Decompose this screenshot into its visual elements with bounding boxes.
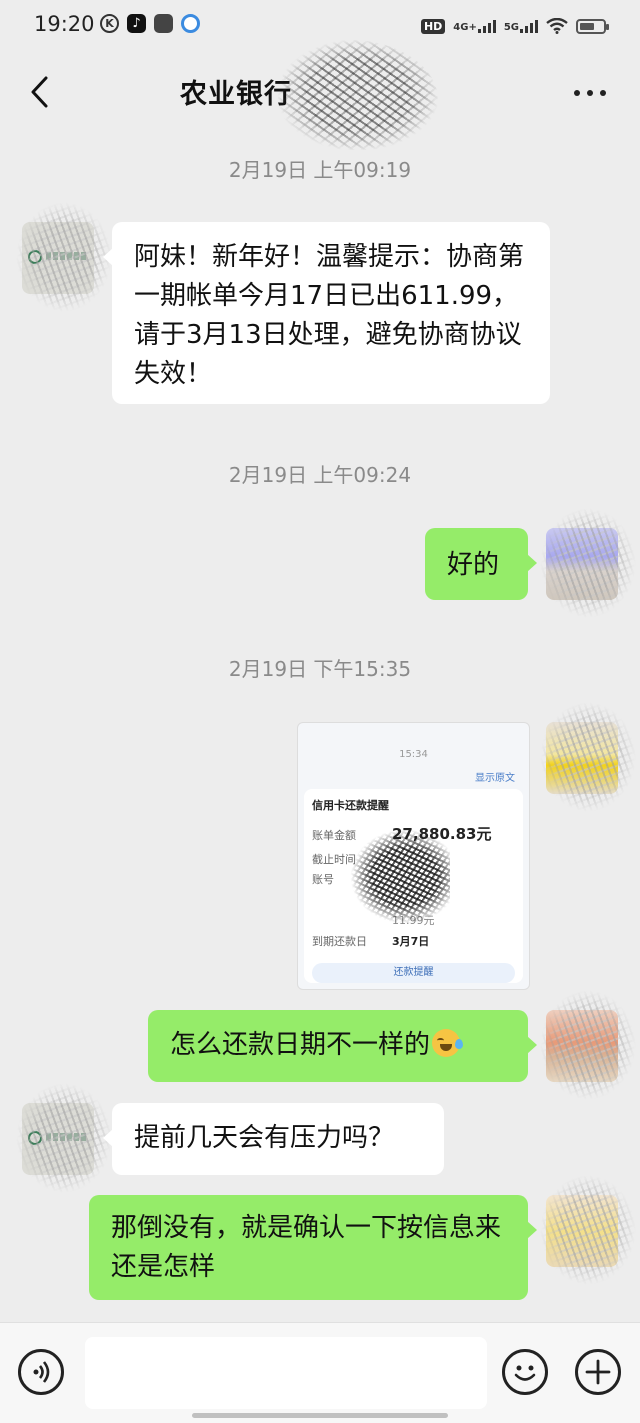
redaction-scribble	[350, 829, 450, 924]
message-bubble-outgoing[interactable]: 好的	[425, 528, 537, 600]
timestamp: 2月19日 下午15:35	[228, 657, 412, 681]
redaction-scribble	[540, 702, 636, 812]
message-bubble-incoming[interactable]: 阿妹！新年好！温馨提示：协商第一期帐单今月17日已出611.99，请于3月13日…	[103, 222, 550, 404]
more-options-button[interactable]	[574, 90, 606, 96]
redaction-scribble	[540, 990, 636, 1100]
laugh-cry-emoji-icon	[432, 1029, 464, 1057]
tiktok-icon: ♪	[127, 14, 146, 33]
network-4g: 4G+	[453, 19, 496, 33]
contact-avatar[interactable]	[16, 1083, 112, 1193]
image-row-label: 账号	[312, 873, 334, 886]
emoji-button[interactable]	[502, 1349, 548, 1395]
my-avatar[interactable]	[540, 990, 636, 1100]
redaction-scribble	[16, 1083, 112, 1193]
app-square-icon	[154, 14, 173, 33]
network-5g-label: 5G	[503, 21, 519, 33]
status-time: 19:20	[34, 12, 95, 36]
image-row-label: 到期还款日	[312, 935, 367, 948]
chat-title: 农业银行	[180, 79, 292, 110]
message-bubble-incoming[interactable]: 提前几天会有压力吗？	[103, 1103, 444, 1175]
voice-input-button[interactable]	[18, 1349, 64, 1395]
image-message[interactable]: 15:34 显示原文 信用卡还款提醒 账单金额 27,880.83元 截止时间 …	[297, 722, 530, 990]
image-card-title: 信用卡还款提醒	[312, 799, 389, 812]
input-bar	[0, 1322, 640, 1423]
redaction-scribble	[540, 1175, 636, 1285]
hd-icon: HD	[420, 18, 446, 34]
home-indicator[interactable]	[192, 1413, 448, 1418]
wifi-icon	[546, 18, 568, 34]
image-row-value: 3月7日	[392, 935, 430, 948]
message-bubble-outgoing[interactable]: 怎么还款日期不一样的	[148, 1010, 537, 1082]
more-functions-button[interactable]	[575, 1349, 621, 1395]
contact-avatar[interactable]	[16, 202, 112, 312]
timestamp: 2月19日 上午09:24	[228, 463, 412, 487]
timestamp: 2月19日 上午09:19	[228, 158, 412, 182]
signal-bars-icon	[520, 19, 538, 33]
signal-bars-icon	[477, 19, 496, 33]
status-indicators: HD 4G+ 5G	[420, 14, 609, 38]
redaction-scribble	[278, 40, 438, 150]
message-input[interactable]	[85, 1337, 487, 1409]
image-card-button: 还款提醒	[312, 963, 515, 983]
app-circle-icon	[181, 14, 200, 33]
k-app-icon: K	[100, 14, 119, 33]
battery-icon	[576, 18, 609, 34]
message-bubble-outgoing[interactable]: 那倒没有，就是确认一下按信息来还是怎样	[89, 1195, 537, 1300]
chat-header: 农业银行	[0, 40, 640, 150]
back-button[interactable]	[26, 74, 56, 110]
redaction-scribble	[540, 508, 636, 618]
network-5g: 5G	[503, 19, 538, 33]
message-text: 怎么还款日期不一样的	[170, 1030, 431, 1060]
redaction-scribble	[16, 202, 112, 312]
my-avatar[interactable]	[540, 702, 636, 812]
image-link: 显示原文	[475, 773, 515, 784]
my-avatar[interactable]	[540, 1175, 636, 1285]
image-time: 15:34	[399, 749, 428, 760]
network-4g-label: 4G+	[453, 21, 477, 33]
my-avatar[interactable]	[540, 508, 636, 618]
